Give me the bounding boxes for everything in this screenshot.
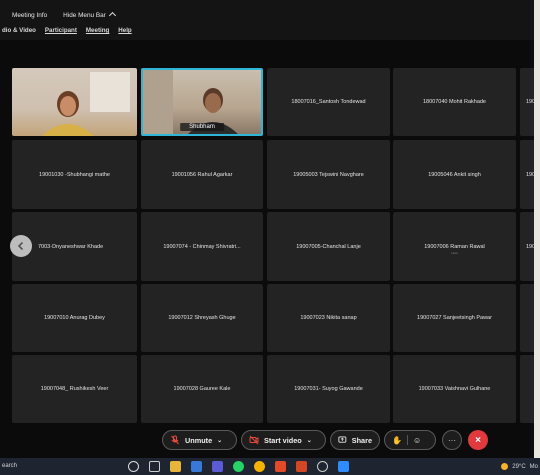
screen-bezel (534, 0, 540, 475)
chevron-down-icon[interactable]: ⌄ (217, 437, 222, 444)
participant-name-label: 19007012 Shreyash Ghuge (168, 315, 236, 321)
zoom-icon[interactable] (338, 461, 349, 472)
participant-name-label: 19007028 Gauree Kale (173, 386, 231, 392)
system-tray: 29°C Mo (501, 463, 538, 470)
participant-name-label: 19007005-Chanchal Lanje (296, 243, 361, 250)
menu-meeting[interactable]: Meeting (86, 27, 109, 34)
share-screen-icon (338, 436, 347, 443)
meeting-window: Meeting Info Hide Menu Bar dio & Video P… (0, 0, 540, 475)
start-video-button[interactable]: Start video ⌄ (241, 430, 326, 450)
share-button[interactable]: Share (330, 430, 380, 450)
divider (406, 435, 408, 445)
participant-name-label: 19007033 Vaishnavi Gulhane (418, 386, 491, 392)
participant-tile[interactable]: 19007031- Suyog Gawande (267, 355, 390, 423)
chevron-down-icon[interactable]: ⌄ (307, 437, 312, 444)
participant-video-tile[interactable] (12, 68, 137, 136)
meeting-controls: Unmute ⌄ Start video ⌄ Share ✋ ☺ ··· × (0, 430, 534, 454)
meeting-info-link[interactable]: Meeting Info (12, 12, 47, 19)
share-label: Share (351, 435, 372, 445)
menu-help[interactable]: Help (118, 27, 131, 34)
participant-tile[interactable]: 19007010 Anurag Dubey (12, 284, 137, 352)
app-icon[interactable] (212, 461, 223, 472)
participant-tile[interactable]: 19007027 Sanjeetsingh Pawar (393, 284, 516, 352)
participant-name-label: 19007010 Anurag Dubey (44, 315, 105, 321)
participant-video-tile-active[interactable]: Shubham (141, 68, 263, 136)
task-view-icon[interactable] (149, 461, 160, 472)
previous-page-button[interactable] (10, 235, 32, 257)
start-video-label: Start video (264, 435, 302, 445)
participant-tile[interactable]: 19001030 -Shubhangi mathe (12, 140, 137, 209)
store-icon[interactable] (191, 461, 202, 472)
participant-tile[interactable]: 19007028 Gauree Kale (141, 355, 263, 423)
menu-bar: Meeting Info Hide Menu Bar dio & Video P… (0, 0, 534, 40)
leave-meeting-button[interactable]: × (468, 430, 488, 450)
menu-audio-video[interactable]: dio & Video (2, 27, 36, 34)
more-icon: ··· (448, 435, 456, 445)
participant-tile[interactable]: 19005003 Tejswini Navghare (267, 140, 390, 209)
participant-grid: Shubham 18007016_Santosh Tondewad 180070… (12, 68, 540, 423)
hide-menu-bar-button[interactable]: Hide Menu Bar (63, 11, 116, 20)
participant-tile[interactable]: 19007048_ Rushikesh Veer (12, 355, 137, 423)
participant-name-label: 18007016_Santosh Tondewad (291, 99, 366, 105)
participant-tile[interactable]: 19007074 - Chinmay Shivratri... (141, 212, 263, 281)
chevron-up-icon (108, 11, 116, 20)
participant-name-label: 19007023 Nikita sanap (300, 315, 357, 321)
participant-tile[interactable]: 19005046 Ankit singh (393, 140, 516, 209)
chrome-icon[interactable] (254, 461, 265, 472)
video-off-icon (249, 435, 259, 445)
muted-mic-icon (171, 435, 179, 445)
smiley-icon[interactable]: ☺ (413, 436, 421, 445)
participant-tile[interactable]: 19007006 Raman Rawal Host (393, 212, 516, 281)
participant-tile[interactable]: 19007023 Nikita sanap (267, 284, 390, 352)
participant-tile[interactable]: 18007040 Mohit Rakhade (393, 68, 516, 136)
chevron-left-icon (17, 241, 24, 251)
participant-name-label: Shubham (180, 123, 224, 131)
menu-participant[interactable]: Participant (45, 27, 77, 34)
participant-name-label: 18007040 Mohit Rakhade (423, 99, 486, 105)
reactions-group: ✋ ☺ (384, 430, 436, 450)
search-icon[interactable] (128, 461, 139, 472)
taskbar-search[interactable]: earch (2, 463, 17, 469)
participant-name-label: 19007006 Raman Rawal (424, 243, 485, 250)
participant-name-label: 19001056 Rahul Agarkar (171, 171, 233, 178)
participant-video-frame (42, 72, 130, 136)
office-icon[interactable] (296, 461, 307, 472)
raise-hand-icon[interactable]: ✋ (392, 436, 402, 445)
more-options-button[interactable]: ··· (442, 430, 462, 450)
participant-name-label: 19001030 -Shubhangi mathe (39, 171, 110, 178)
participant-name-label: 19007048_ Rushikesh Veer (40, 386, 109, 392)
unmute-button[interactable]: Unmute ⌄ (162, 430, 237, 450)
whatsapp-icon[interactable] (233, 461, 244, 472)
participant-name-label: 19005003 Tejswini Navghare (293, 171, 364, 178)
file-explorer-icon[interactable] (170, 461, 181, 472)
weather-icon (501, 463, 509, 470)
participant-tile[interactable]: 19007033 Vaishnavi Gulhane (393, 355, 516, 423)
participant-name-label: 19007031- Suyog Gawande (294, 386, 363, 392)
participant-tile[interactable]: 19007012 Shreyash Ghuge (141, 284, 263, 352)
participant-name-label: 19005046 Ankit singh (428, 171, 481, 178)
taskbar: earch 29°C Mo (0, 458, 540, 475)
participant-name-label: 19007074 - Chinmay Shivratri... (163, 243, 241, 250)
participant-name-label: 19007027 Sanjeetsingh Pawar (417, 315, 492, 321)
host-label: Host (451, 251, 458, 256)
participant-tile[interactable]: 19007005-Chanchal Lanje (267, 212, 390, 281)
unmute-label: Unmute (185, 435, 213, 445)
participant-tile[interactable]: 19001056 Rahul Agarkar (141, 140, 263, 209)
brave-icon[interactable] (275, 461, 286, 472)
temperature-label: 29°C (512, 463, 526, 470)
browser-icon[interactable] (317, 461, 328, 472)
participant-name-label: 7003-Dnyaneshwar Khade (38, 243, 104, 250)
tray-text: Mo (529, 463, 538, 470)
participant-tile[interactable]: 18007016_Santosh Tondewad (267, 68, 390, 136)
close-icon: × (475, 434, 481, 446)
